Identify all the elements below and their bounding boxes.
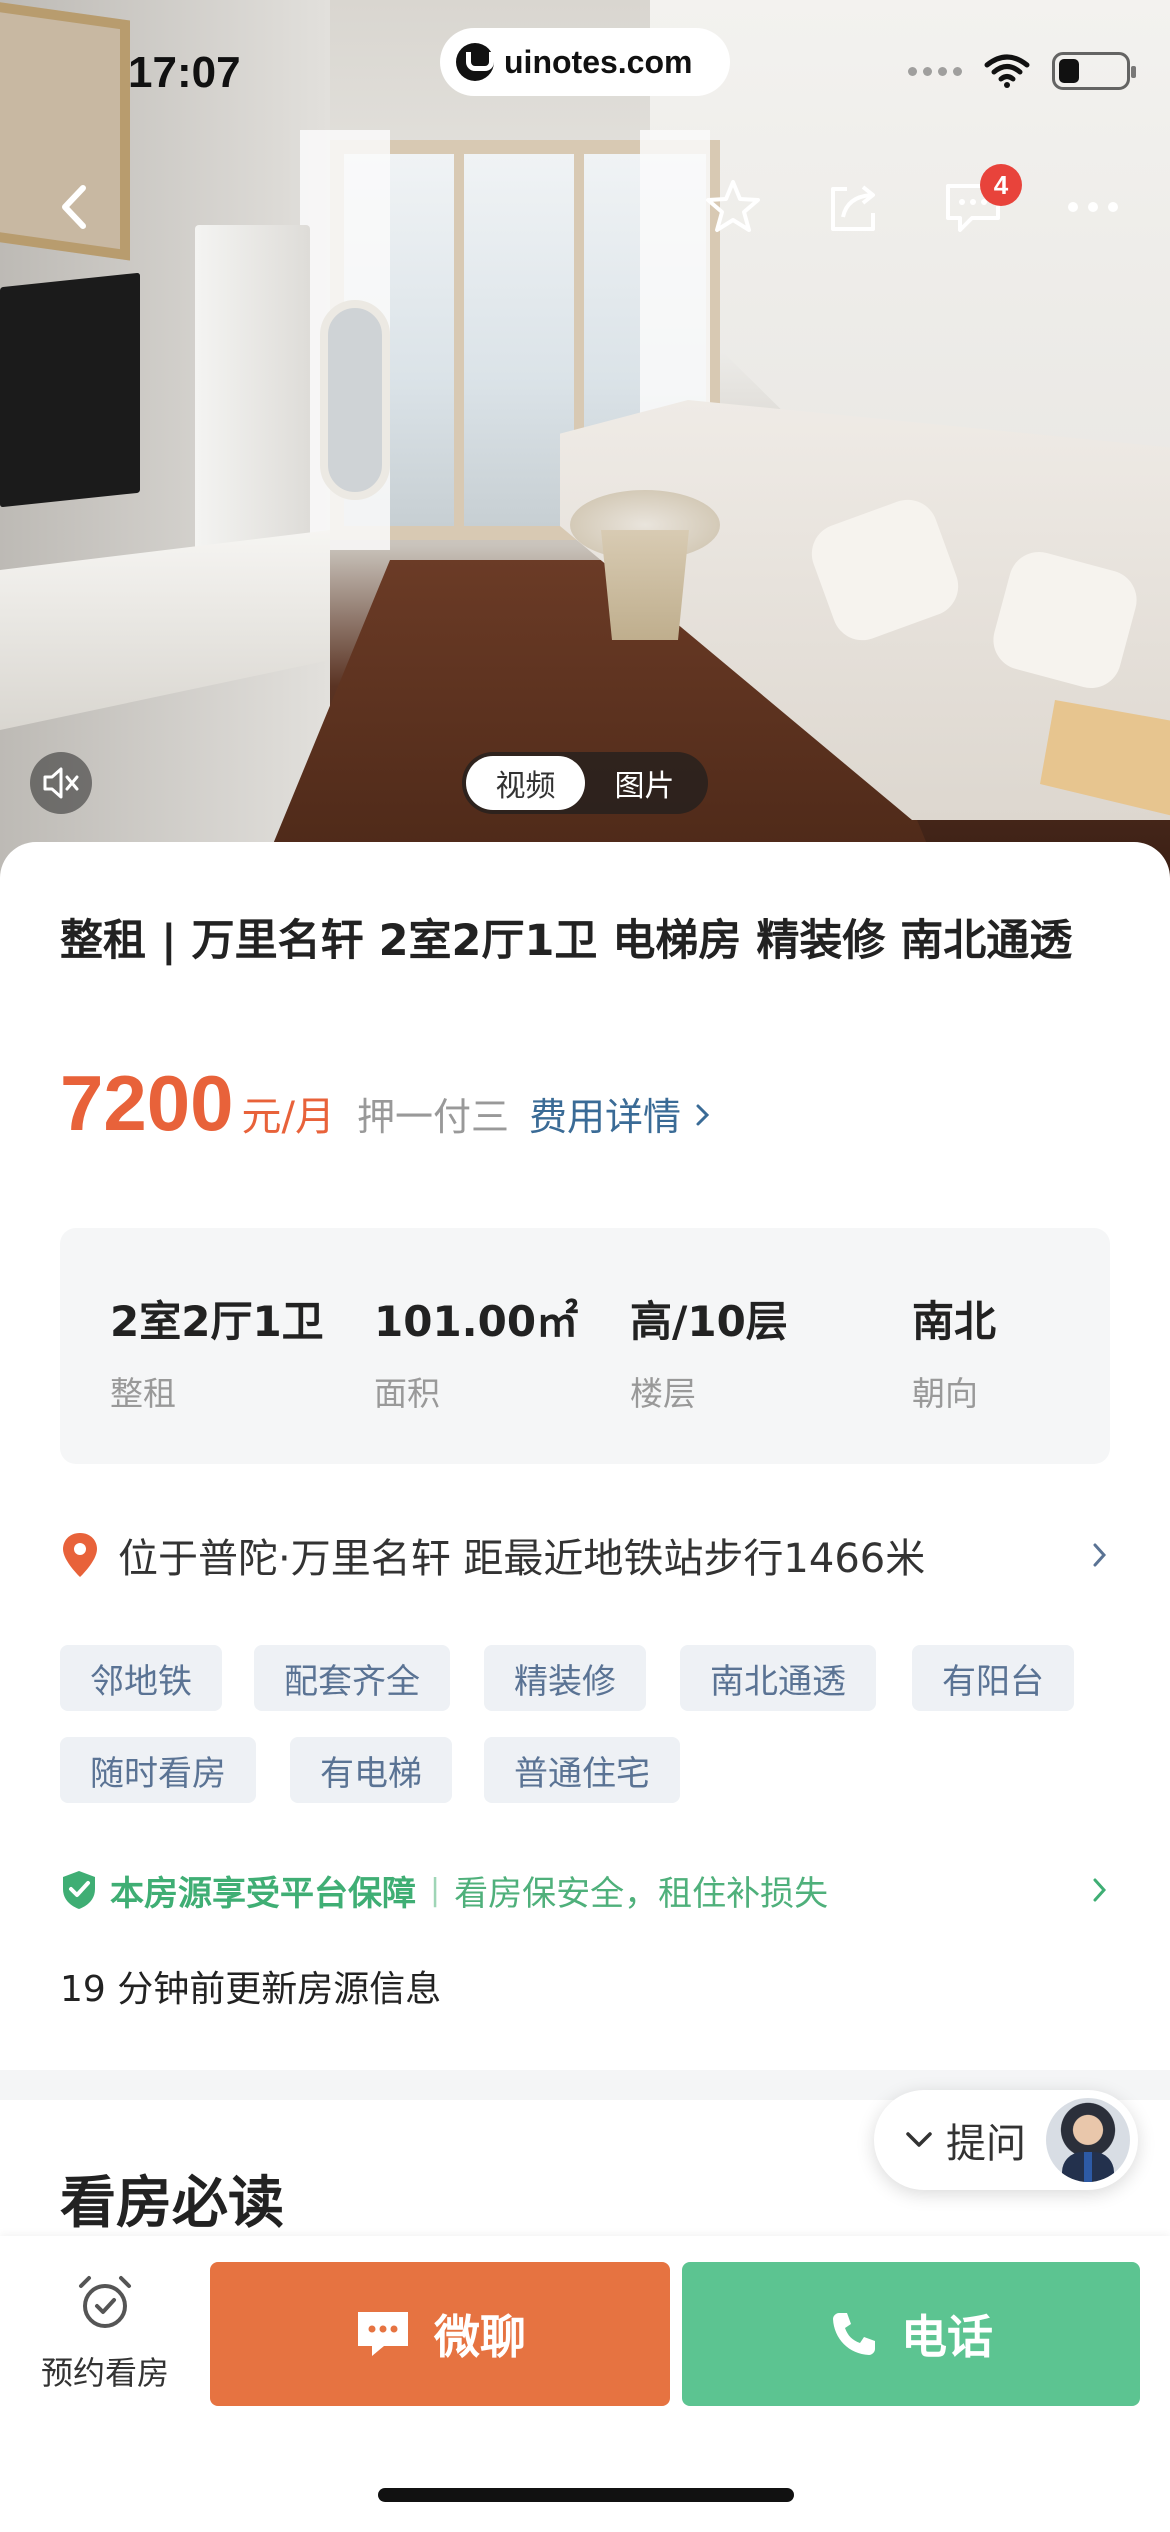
section-title: 看房必读 [60, 2171, 284, 2236]
schedule-label: 预约看房 [40, 2354, 169, 2392]
url-pill: uinotes.com [440, 28, 730, 96]
chat-button[interactable]: 微聊 [210, 2262, 670, 2406]
ask-label: 提问 [946, 2121, 1026, 2167]
tag-item: 随时看房 [60, 1737, 256, 1803]
specs-card: 2室2厅1卫 整租 101.00㎡ 面积 高/10层 楼层 南北 朝向 [60, 1228, 1110, 1464]
tag-item: 配套齐全 [254, 1645, 450, 1711]
site-logo-icon [456, 43, 494, 81]
spec-floor: 高/10层 楼层 [630, 1288, 788, 1415]
price-value: 7200 [60, 1059, 234, 1147]
wifi-icon [984, 54, 1030, 88]
listing-detail-page: 17:07 uinotes.com 4 视频 图片 整租 | 万里名轩 2室2厅… [0, 0, 1170, 2532]
spec-value: 高/10层 [630, 1297, 788, 1346]
url-text: uinotes.com [504, 43, 693, 80]
spec-area: 101.00㎡ 面积 [374, 1288, 578, 1415]
spec-label: 面积 [374, 1374, 440, 1413]
spec-orientation: 南北 朝向 [912, 1288, 996, 1415]
spec-label: 朝向 [912, 1374, 978, 1413]
chevron-left-icon [62, 185, 86, 229]
spec-label: 整租 [110, 1374, 176, 1413]
price-row: 7200 元/月 押一付三 费用详情 [60, 1058, 713, 1149]
tag-item: 邻地铁 [60, 1645, 222, 1711]
tag-item: 普通住宅 [484, 1737, 680, 1803]
tag-item: 有电梯 [290, 1737, 452, 1803]
chat-bubble-icon [358, 2312, 408, 2356]
star-icon [706, 180, 760, 232]
listing-title: 整租 | 万里名轩 2室2厅1卫 电梯房 精装修 南北通透 [60, 916, 1073, 966]
chevron-right-icon [1093, 1543, 1107, 1567]
home-indicator[interactable] [378, 2488, 794, 2502]
more-dots-icon [1068, 202, 1118, 212]
more-button[interactable] [1058, 172, 1128, 242]
chevron-right-icon[interactable] [693, 1100, 713, 1130]
media-type-toggle: 视频 图片 [462, 752, 708, 814]
speaker-muted-icon [43, 767, 79, 799]
alarm-clock-icon [79, 2276, 131, 2328]
ask-question-button[interactable]: 提问 [874, 2090, 1138, 2190]
fee-details-link[interactable]: 费用详情 [529, 1086, 681, 1141]
call-button[interactable]: 电话 [682, 2262, 1140, 2406]
unread-badge: 4 [980, 164, 1022, 206]
tag-item: 南北通透 [680, 1645, 876, 1711]
deposit-terms: 押一付三 [357, 1095, 510, 1139]
schedule-viewing-button[interactable]: 预约看房 [30, 2270, 180, 2394]
phone-icon [833, 2313, 875, 2355]
guarantee-separator: | [430, 1872, 441, 1908]
location-row[interactable]: 位于普陀·万里名轩 距最近地铁站步行1466米 [60, 1525, 1110, 1585]
spec-value: 2室2厅1卫 [110, 1297, 324, 1346]
call-label: 电话 [901, 2310, 993, 2364]
back-button[interactable] [40, 172, 110, 242]
guarantee-title: 本房源享受平台保障 [110, 1873, 416, 1914]
update-time: 19 分钟前更新房源信息 [60, 1969, 442, 2010]
listing-hero-image[interactable] [0, 0, 1170, 880]
location-pin-icon [63, 1533, 97, 1577]
status-time: 17:07 [128, 48, 241, 97]
tag-item: 精装修 [484, 1645, 646, 1711]
favorite-button[interactable] [698, 172, 768, 242]
shield-check-icon [63, 1871, 95, 1909]
tab-photos[interactable]: 图片 [585, 756, 704, 810]
guarantee-text: 看房保安全，租住补损失 [454, 1873, 829, 1914]
tag-item: 有阳台 [912, 1645, 1074, 1711]
platform-guarantee-row[interactable]: 本房源享受平台保障 | 看房保安全，租住补损失 [60, 1862, 1110, 1918]
mute-button[interactable] [30, 752, 92, 814]
share-button[interactable] [818, 172, 888, 242]
share-icon [831, 185, 875, 231]
battery-icon [1052, 52, 1136, 90]
chevron-right-icon [1093, 1878, 1107, 1902]
chat-label: 微聊 [434, 2310, 526, 2364]
spec-label: 楼层 [630, 1374, 696, 1413]
status-indicators [908, 52, 1136, 90]
agent-avatar [1046, 2098, 1130, 2182]
location-text: 位于普陀·万里名轩 距最近地铁站步行1466米 [118, 1536, 926, 1582]
tab-video[interactable]: 视频 [466, 756, 585, 810]
chevron-down-icon [906, 2132, 932, 2147]
spec-layout: 2室2厅1卫 整租 [110, 1288, 324, 1415]
spec-value: 101.00㎡ [374, 1297, 579, 1346]
price-unit: 元/月 [241, 1094, 336, 1140]
cellular-signal-icon [908, 66, 962, 76]
spec-value: 南北 [912, 1297, 997, 1346]
